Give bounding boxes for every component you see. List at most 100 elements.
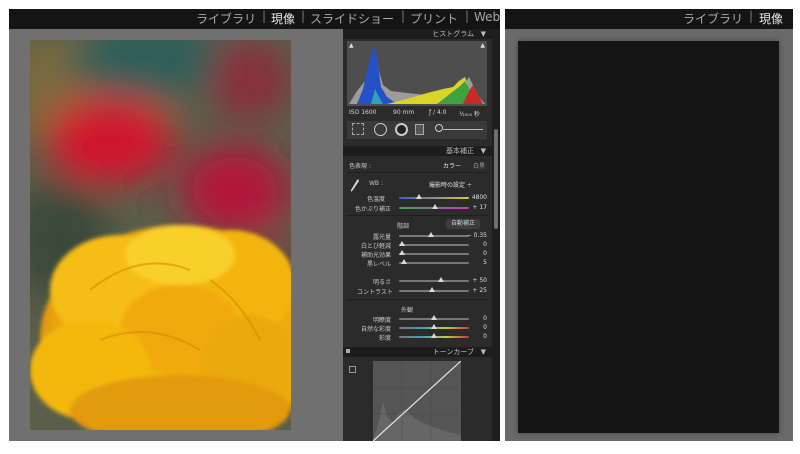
brightness-slider-knob[interactable] xyxy=(438,277,444,282)
right-window: ライブラリ | 現像 xyxy=(505,9,793,441)
tint-label: 色かぶり補正 xyxy=(355,206,392,213)
histogram-title: ヒストグラム xyxy=(432,30,474,38)
temp-label: 色温度 xyxy=(367,196,386,203)
graduated-filter-icon[interactable] xyxy=(415,124,424,135)
saturation-slider-knob[interactable] xyxy=(431,333,437,338)
module-web[interactable]: Web xyxy=(474,10,500,24)
blacks-slider-track[interactable] xyxy=(399,262,469,264)
saturation-value[interactable]: 0 xyxy=(469,333,487,340)
contrast-slider-knob[interactable] xyxy=(429,287,435,292)
histogram-header[interactable]: ヒストグラム ▼ xyxy=(343,29,492,39)
fill-light-slider-knob[interactable] xyxy=(399,250,405,255)
target-adjust-icon[interactable] xyxy=(346,349,350,353)
brightness-slider-track[interactable] xyxy=(399,280,469,282)
left-window: ライブラリ | 現像 | スライドショー | プリント | Web ヒストグラム… xyxy=(9,9,500,442)
tool-strip xyxy=(347,121,487,139)
treatment-bw-button[interactable]: 白黒 xyxy=(473,161,485,170)
shadow-clipping-icon[interactable]: ▲ xyxy=(349,42,354,49)
wb-label: WB : xyxy=(369,180,383,187)
divider xyxy=(347,215,488,216)
flower-photo xyxy=(30,40,291,430)
module-develop[interactable]: 現像 xyxy=(759,10,783,27)
scrollbar-thumb[interactable] xyxy=(494,129,498,229)
recovery-slider-track[interactable] xyxy=(399,244,469,246)
histogram[interactable]: ▲ ▲ xyxy=(347,41,487,106)
histogram-graph xyxy=(349,45,485,104)
clarity-value[interactable]: 0 xyxy=(469,315,487,322)
fill-light-slider-track[interactable] xyxy=(399,253,469,255)
module-library[interactable]: ライブラリ xyxy=(196,10,256,27)
brush-size-track[interactable] xyxy=(443,129,483,130)
curve-point-toggle[interactable] xyxy=(349,366,356,373)
temp-value[interactable]: 4800 xyxy=(469,194,487,201)
tone-label: 階調 xyxy=(397,223,410,230)
brightness-label: 明るさ xyxy=(373,279,392,286)
recovery-slider-knob[interactable] xyxy=(399,241,405,246)
highlight-clipping-icon[interactable]: ▲ xyxy=(480,42,485,49)
contrast-label: コントラスト xyxy=(357,289,393,296)
recovery-value[interactable]: 0 xyxy=(469,241,487,248)
exif-iso: ISO 1600 xyxy=(349,109,377,116)
spot-removal-icon[interactable] xyxy=(374,123,387,136)
contrast-value[interactable]: + 25 xyxy=(465,287,487,294)
clarity-slider-knob[interactable] xyxy=(431,315,437,320)
tone-curve-plot xyxy=(372,360,462,442)
exif-aperture: ƒ / 4.0 xyxy=(429,109,447,116)
tint-value[interactable]: + 17 xyxy=(469,204,487,211)
saturation-label: 彩度 xyxy=(379,335,392,342)
treatment-label: 色表現 : xyxy=(349,163,371,170)
collapse-triangle-icon[interactable]: ▼ xyxy=(481,146,486,156)
wb-eyedropper-icon[interactable] xyxy=(350,178,359,192)
exposure-slider-knob[interactable] xyxy=(428,232,434,237)
module-print[interactable]: プリント xyxy=(410,10,458,27)
module-slideshow[interactable]: スライドショー xyxy=(310,10,394,27)
tone-curve-header[interactable]: トーンカーブ ▼ xyxy=(343,347,492,357)
module-library[interactable]: ライブラリ xyxy=(683,10,743,27)
panel-scrollbar[interactable] xyxy=(492,29,500,441)
brightness-value[interactable]: + 50 xyxy=(465,277,487,284)
module-separator: | xyxy=(301,9,306,23)
exif-shutter: ¹⁄₂₅₀₀ 秒 xyxy=(459,111,480,118)
fill-light-value[interactable]: 0 xyxy=(469,250,487,257)
treatment-color-button[interactable]: カラー xyxy=(443,161,461,170)
collapse-triangle-icon[interactable]: ▼ xyxy=(481,29,486,39)
module-bar: ライブラリ | 現像 | スライドショー | プリント | Web xyxy=(9,9,500,29)
develop-right-panel: ヒストグラム ▼ ▲ ▲ ISO 1600 90 mm ƒ / 4.0 ¹⁄₂₅… xyxy=(343,29,492,442)
clarity-label: 明瞭度 xyxy=(373,317,392,324)
auto-tone-button[interactable]: 自動補正 xyxy=(446,219,480,229)
tint-slider-knob[interactable] xyxy=(432,204,438,209)
blacks-label: 黒レベル xyxy=(367,261,392,268)
module-bar: ライブラリ | 現像 xyxy=(505,9,793,29)
blacks-value[interactable]: 5 xyxy=(469,259,487,266)
presence-label: 外観 xyxy=(401,307,414,314)
tone-curve-title: トーンカーブ xyxy=(432,348,474,356)
blacks-slider-knob[interactable] xyxy=(401,259,407,264)
vibrance-label: 自然な彩度 xyxy=(361,326,392,333)
basic-title: 基本補正 xyxy=(446,147,474,155)
module-separator: | xyxy=(749,9,754,23)
temp-slider-knob[interactable] xyxy=(416,194,422,199)
module-separator: | xyxy=(401,9,406,23)
exposure-slider-track[interactable] xyxy=(399,235,469,237)
exif-focal: 90 mm xyxy=(393,109,415,116)
temp-slider-track[interactable] xyxy=(399,197,469,199)
vibrance-slider-knob[interactable] xyxy=(431,324,437,329)
tone-curve-graph[interactable] xyxy=(372,360,462,442)
exposure-label: 露光量 xyxy=(373,234,392,241)
wb-select[interactable]: 撮影時の設定 ÷ xyxy=(429,180,472,189)
divider xyxy=(347,299,488,300)
exposure-value[interactable]: − 0.35 xyxy=(465,232,487,239)
fill-light-label: 補助光効果 xyxy=(361,252,392,259)
adjustment-brush-icon[interactable] xyxy=(435,124,443,132)
redeye-icon[interactable] xyxy=(395,123,408,136)
photo-preview[interactable] xyxy=(30,40,291,430)
basic-header[interactable]: 基本補正 ▼ xyxy=(343,146,492,156)
crop-tool-icon[interactable] xyxy=(352,123,364,135)
collapse-triangle-icon[interactable]: ▼ xyxy=(481,347,486,357)
module-develop[interactable]: 現像 xyxy=(271,10,295,27)
vibrance-value[interactable]: 0 xyxy=(469,324,487,331)
divider xyxy=(347,172,488,173)
module-separator: | xyxy=(465,9,470,23)
photo-preview-loading[interactable] xyxy=(518,41,779,433)
recovery-label: 白とび軽減 xyxy=(361,243,392,250)
